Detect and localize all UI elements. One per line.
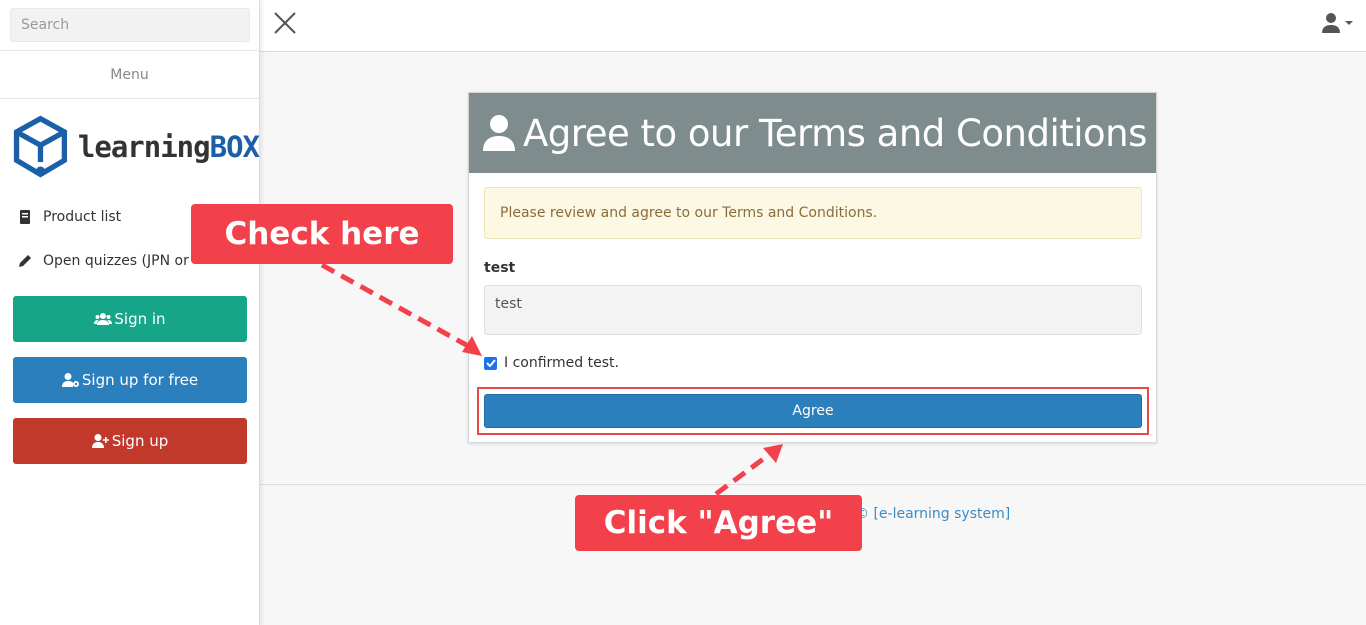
sidebar-item-label: Open quizzes (JPN or [43,253,189,269]
confirm-checkbox-label[interactable]: I confirmed test. [504,355,619,371]
arrow-to-checkbox [320,262,472,350]
user-plus-icon [91,434,110,448]
arrow-to-agree [714,451,772,497]
card-header: Agree to our Terms and Conditions [469,93,1156,173]
user-cog-icon [61,373,80,387]
user-icon [1322,13,1340,33]
close-icon[interactable] [272,10,298,36]
user-menu[interactable] [1322,13,1354,33]
caret-down-icon [1345,21,1353,25]
top-bar [260,0,1366,52]
sidebar-item-label: Product list [43,209,122,225]
search-input[interactable] [10,8,250,42]
logo-word-box: BOX [209,130,260,164]
search-bar [0,0,259,51]
terms-text-box[interactable]: test [484,285,1142,335]
callout-click-agree: Click "Agree" [575,495,862,551]
info-alert: Please review and agree to our Terms and… [484,187,1142,239]
confirm-checkbox[interactable] [484,356,497,370]
terms-field-label: test [484,260,516,276]
user-icon [483,115,515,151]
cube-logo-icon [13,115,68,178]
sign-up-free-label: Sign up for free [81,371,199,389]
sidebar: Menu learningBOX Product list Open quizz… [0,0,260,625]
book-icon [16,210,34,224]
agree-highlight-frame [477,387,1149,435]
sign-in-button[interactable]: Sign in [13,296,247,342]
confirm-row: I confirmed test. [484,355,619,371]
menu-label: Menu [0,51,259,99]
sign-up-free-button[interactable]: Sign up for free [13,357,247,403]
arrow-head-agree [763,444,783,463]
logo[interactable]: learningBOX [0,99,260,195]
check-icon [485,359,496,367]
sign-up-button[interactable]: Sign up [13,418,247,464]
pencil-icon [16,254,34,268]
logo-text: learningBOX [77,130,260,164]
footer-divider [260,484,1366,485]
sign-in-label: Sign in [114,310,166,328]
page-title: Agree to our Terms and Conditions [523,111,1147,155]
users-icon [94,313,113,325]
logo-word-learning: learning [77,130,211,164]
sign-up-label: Sign up [111,432,169,450]
footer-link[interactable]: © [e-learning system] [855,506,1010,522]
callout-check-here: Check here [191,204,453,264]
